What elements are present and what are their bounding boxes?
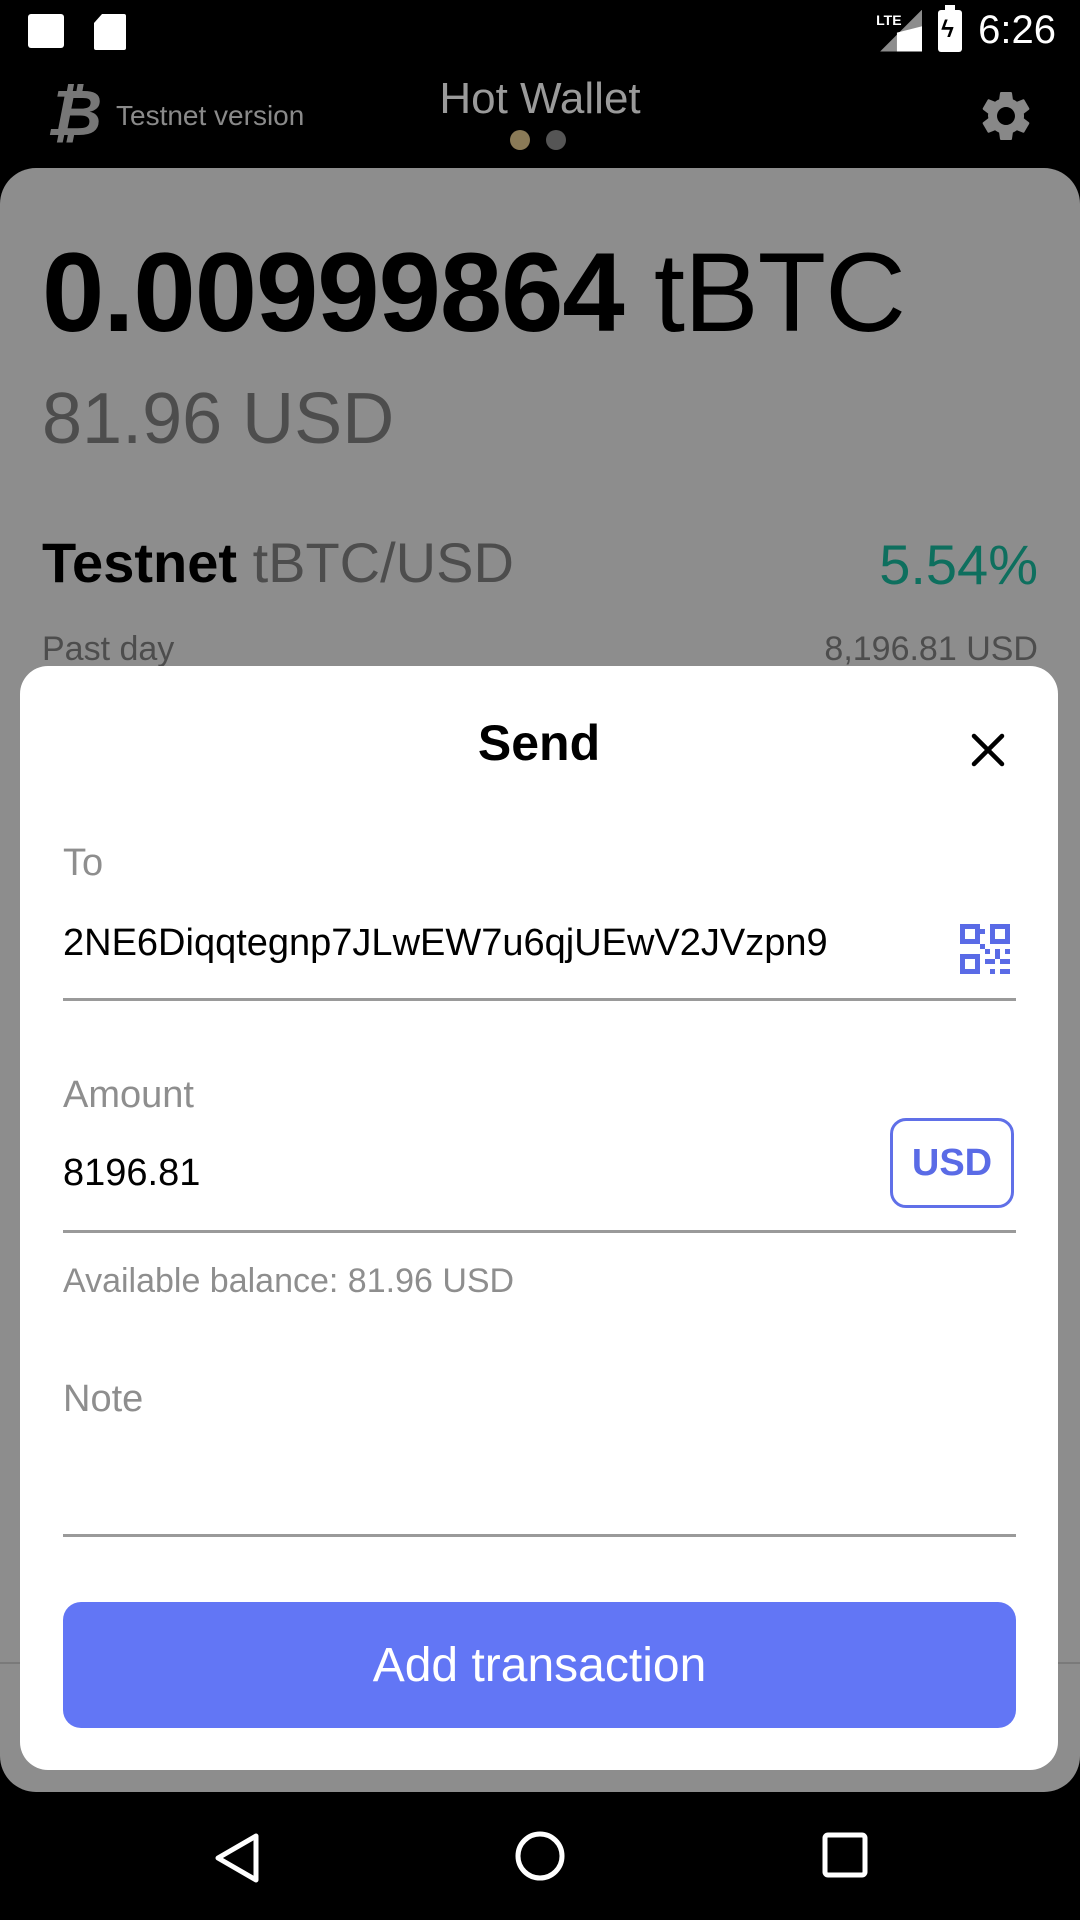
period-label: Past day — [42, 630, 175, 668]
page-dot-inactive[interactable] — [546, 130, 566, 150]
to-field-underline — [63, 998, 1016, 1001]
network-name: Testnet — [42, 531, 237, 594]
balance: 0.00999864 tBTC — [42, 228, 906, 357]
fiat-balance: 81.96 USD — [42, 379, 395, 459]
available-balance: Available balance: 81.96 USD — [63, 1262, 515, 1300]
amount-label: Amount — [63, 1074, 194, 1116]
amount-input[interactable]: 8196.81 — [63, 1152, 200, 1195]
note-field-underline — [63, 1534, 1016, 1537]
sd-card-icon — [94, 14, 126, 50]
price-change: 5.54% — [879, 533, 1038, 596]
to-label: To — [63, 842, 104, 884]
pair-name: tBTC/USD — [252, 531, 514, 594]
price-value: 8,196.81 USD — [824, 630, 1038, 668]
notification-icons — [28, 14, 126, 50]
signal-icon: LTE — [876, 9, 923, 52]
send-dialog: Send To 2NE6Diqqtegnp7JLwEW7u6qjUEwV2JVz… — [20, 666, 1058, 1770]
back-icon[interactable] — [212, 1832, 262, 1884]
network-type: LTE — [876, 11, 902, 28]
balance-unit: tBTC — [653, 230, 906, 355]
home-icon[interactable] — [514, 1830, 566, 1882]
price-pair: Testnet tBTC/USD — [42, 530, 514, 595]
add-transaction-button[interactable]: Add transaction — [63, 1602, 1016, 1728]
note-label: Note — [63, 1378, 144, 1420]
balance-amount: 0.00999864 — [42, 230, 625, 355]
page-dot-active[interactable] — [510, 130, 530, 150]
system-indicators: LTE ϟ 6:26 — [876, 4, 1056, 53]
currency-toggle-button[interactable]: USD — [890, 1118, 1014, 1208]
battery-charging-icon: ϟ — [938, 4, 963, 52]
to-address-input[interactable]: 2NE6Diqqtegnp7JLwEW7u6qjUEwV2JVzpn9 — [63, 922, 828, 965]
notification-square-icon — [28, 14, 64, 48]
amount-field-underline — [63, 1230, 1016, 1233]
dialog-title: Send — [477, 715, 601, 771]
app-header: ₿ Testnet version Hot Wallet — [0, 64, 1080, 168]
page-indicator — [510, 130, 566, 150]
wallet-title[interactable]: Hot Wallet — [0, 74, 1080, 124]
recent-apps-icon[interactable] — [822, 1832, 868, 1878]
qr-code-scan-icon[interactable] — [960, 924, 1010, 974]
close-icon[interactable] — [960, 722, 1016, 778]
clock: 6:26 — [978, 8, 1056, 52]
gear-icon[interactable] — [976, 86, 1036, 146]
navigation-bar — [0, 1792, 1080, 1920]
status-bar: LTE ϟ 6:26 — [0, 0, 1080, 64]
